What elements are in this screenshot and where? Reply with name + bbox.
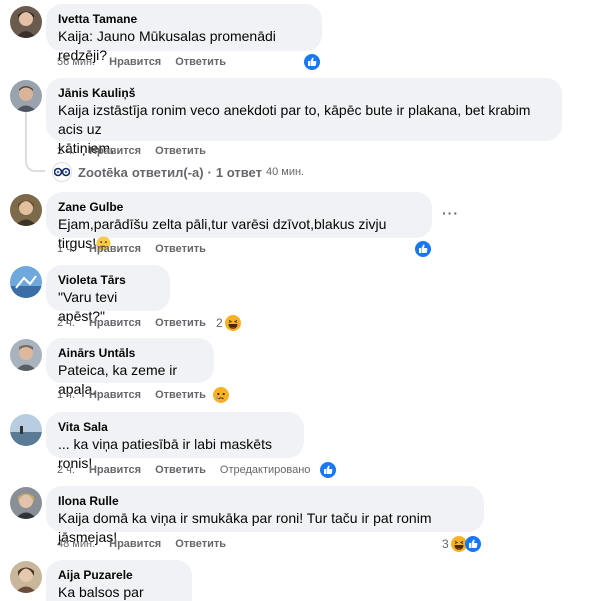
comment-bubble: Ivetta Tamane Kaija: Jauno Mūkusalas pro… <box>46 4 322 63</box>
comment-author[interactable]: Ainārs Untāls <box>58 345 202 361</box>
like-button[interactable]: Нравится <box>89 389 141 401</box>
comment-time[interactable]: 56 мин. <box>57 56 95 68</box>
edited-label: Отредактировано <box>219 464 311 476</box>
more-options-icon[interactable]: ··· <box>442 205 459 221</box>
comment-author[interactable]: Zane Gulbe <box>58 199 420 215</box>
reply-separator: · <box>207 164 212 180</box>
comment-time[interactable]: 48 мин. <box>57 538 95 550</box>
comment-author[interactable]: Ilona Rulle <box>58 493 472 509</box>
like-reaction-icon <box>320 462 336 478</box>
thread-hook <box>25 150 45 172</box>
reply-count: 1 ответ <box>215 164 262 180</box>
comment-time[interactable]: 2 ч. <box>57 464 75 476</box>
reaction-count: 2 <box>216 316 223 330</box>
comment-author[interactable]: Ivetta Tamane <box>58 11 310 27</box>
comment-bubble: Ainārs Untāls Pateica, ka zeme ir apaļa. <box>46 338 214 397</box>
comment-time[interactable]: 1 ч. <box>57 243 75 255</box>
avatar[interactable] <box>10 6 42 38</box>
avatar[interactable] <box>10 339 42 371</box>
reaction-summary[interactable] <box>304 53 320 71</box>
reply-button[interactable]: Ответить <box>155 464 206 476</box>
comment-author[interactable]: Aija Puzarele <box>58 567 180 583</box>
like-button[interactable]: Нравится <box>89 243 141 255</box>
comment-actions: 2 ч. Нравится Ответить <box>57 315 220 331</box>
comment-text: Kaija izstāstīja ronim veco anekdoti par… <box>58 102 531 137</box>
reply-button[interactable]: Ответить <box>155 317 206 329</box>
comment-time[interactable]: 1 ч. <box>57 389 75 401</box>
reply-button[interactable]: Ответить <box>175 56 226 68</box>
avatar[interactable] <box>10 194 42 226</box>
avatar[interactable] <box>10 80 42 112</box>
comment-author[interactable]: Vita Sala <box>58 419 292 435</box>
comment-actions: 1 ч. Нравится Ответить <box>57 241 220 257</box>
reaction-summary[interactable]: 3 <box>442 535 481 553</box>
comment-bubble: Jānis Kauliņš Kaija izstāstīja ronim vec… <box>46 78 562 156</box>
comment-actions: 48 мин. Нравится Ответить <box>57 536 240 552</box>
haha-reaction-icon <box>224 315 241 331</box>
avatar[interactable] <box>10 266 42 298</box>
sad-reaction-icon <box>213 387 229 403</box>
reply-button[interactable]: Ответить <box>155 389 206 401</box>
reply-time: 40 мин. <box>265 166 305 178</box>
like-button[interactable]: Нравится <box>89 317 141 329</box>
like-button[interactable]: Нравится <box>109 56 161 68</box>
comment-bubble: Aija Puzarele Ka balsos par šleseru. <box>46 560 192 601</box>
comment-bubble: Ilona Rulle Kaija domā ka viņa ir smukāk… <box>46 486 484 545</box>
reaction-summary[interactable] <box>320 461 336 479</box>
reaction-summary[interactable]: 2 <box>216 314 241 332</box>
like-reaction-icon <box>464 536 481 552</box>
comment-text: Ka balsos par šleseru. <box>58 584 144 600</box>
reply-page-name: Zootēka <box>78 164 128 180</box>
zooteka-logo-icon <box>52 162 72 182</box>
comment-actions: 56 мин. Нравится Ответить <box>57 54 240 70</box>
comment-actions: 2 ч. Нравится Ответить Отредактировано <box>57 462 310 478</box>
like-button[interactable]: Нравится <box>89 464 141 476</box>
comment-bubble: Zane Gulbe Ejam,parādīšu zelta pāli,tur … <box>46 192 432 251</box>
reply-action: ответил(-а) <box>131 164 204 180</box>
comment-actions: 2 ч. Нравится Ответить <box>57 143 220 159</box>
comment-time[interactable]: 2 ч. <box>57 317 75 329</box>
reaction-count: 3 <box>442 537 449 551</box>
avatar[interactable] <box>10 414 42 446</box>
comment-author[interactable]: Violeta Tārs <box>58 272 158 288</box>
reply-button[interactable]: Ответить <box>155 243 206 255</box>
like-button[interactable]: Нравится <box>89 145 141 157</box>
comment-author[interactable]: Jānis Kauliņš <box>58 85 550 101</box>
like-button[interactable]: Нравится <box>109 538 161 550</box>
reply-button[interactable]: Ответить <box>175 538 226 550</box>
view-replies-link[interactable]: Zootēka ответил(-а) · 1 ответ 40 мин. <box>52 162 304 182</box>
avatar[interactable] <box>10 561 42 593</box>
comment-time[interactable]: 2 ч. <box>57 145 75 157</box>
avatar[interactable] <box>10 487 42 519</box>
reaction-summary[interactable] <box>415 240 431 258</box>
like-reaction-icon <box>304 54 320 70</box>
reaction-summary[interactable] <box>213 386 229 404</box>
reply-button[interactable]: Ответить <box>155 145 206 157</box>
comment-bubble: Vita Sala ... ka viņa patiesībā ir labi … <box>46 412 304 471</box>
comment-bubble: Violeta Tārs "Varu tevi apēst?" <box>46 265 170 324</box>
like-reaction-icon <box>415 241 431 257</box>
comment-actions: 1 ч. Нравится Ответить <box>57 387 220 403</box>
